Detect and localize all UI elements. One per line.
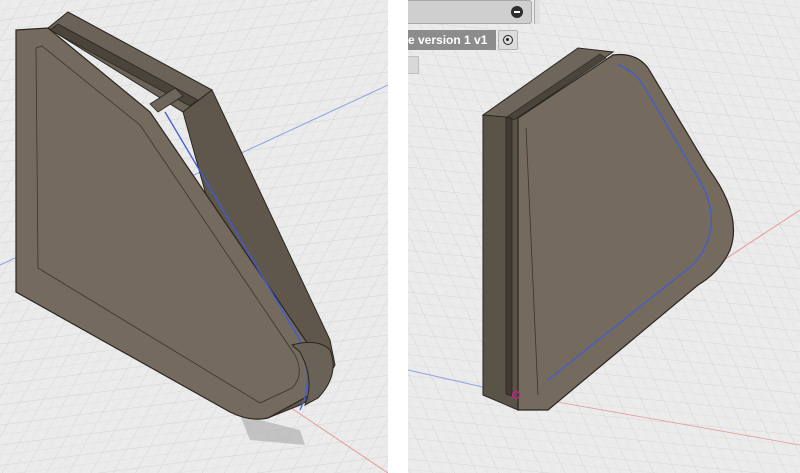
panel-edge	[534, 0, 540, 24]
visibility-toggle-button[interactable]	[498, 30, 518, 50]
body-side-face	[482, 114, 519, 411]
viewport-left[interactable]	[0, 0, 388, 473]
groove-slot	[505, 115, 513, 397]
canvas-left[interactable]	[0, 0, 388, 473]
viewport-divider	[388, 0, 408, 473]
viewport-right[interactable]: e version 1 v1	[408, 0, 800, 473]
visibility-toggle-icon	[503, 35, 513, 45]
canvas-right[interactable]	[408, 0, 800, 473]
collapse-icon[interactable]	[511, 6, 523, 18]
panel-tab[interactable]	[408, 56, 419, 74]
browser-panel-header	[408, 0, 532, 24]
document-version-label: e version 1 v1	[408, 30, 496, 50]
